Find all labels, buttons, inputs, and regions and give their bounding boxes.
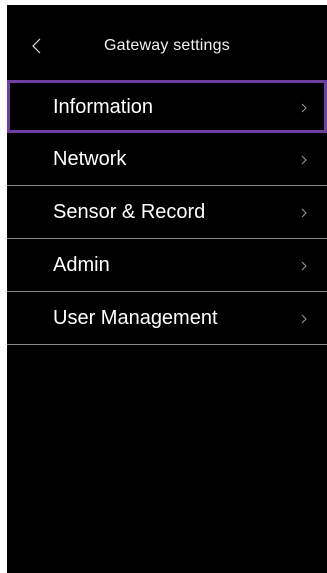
menu-item-label: Sensor & Record [53,201,206,223]
menu-item-admin[interactable]: Admin [7,239,327,292]
menu-item-label: Admin [53,254,110,276]
menu-item-network[interactable]: Network [7,133,327,186]
page-title: Gateway settings [104,37,230,54]
menu-item-sensor-record[interactable]: Sensor & Record [7,186,327,239]
menu-item-user-management[interactable]: User Management [7,292,327,345]
chevron-right-icon [301,261,307,271]
menu-item-information[interactable]: Information [7,80,327,133]
menu-item-label: Network [53,148,127,170]
gateway-settings-screen: Gateway settings Information Network Sen… [7,5,327,573]
chevron-right-icon [301,155,307,165]
chevron-right-icon [301,314,307,324]
chevron-right-icon [301,208,307,218]
settings-menu-list: Information Network Sensor & Record Admi… [7,80,327,345]
menu-item-label: User Management [53,307,218,329]
chevron-right-icon [301,103,307,113]
menu-item-label: Information [53,96,154,118]
header-bar: Gateway settings [7,5,327,80]
